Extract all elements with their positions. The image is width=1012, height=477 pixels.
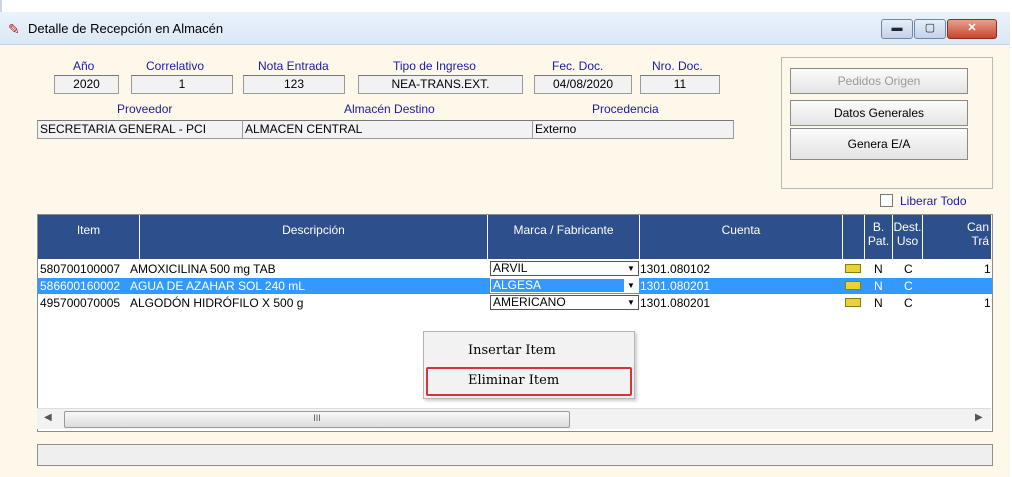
marca-select[interactable]: AMERICANO ▼ bbox=[490, 295, 639, 310]
cuenta-value: 1301.080201 bbox=[640, 296, 711, 310]
cuenta-value: 1301.080102 bbox=[640, 262, 711, 276]
bpat-value: N bbox=[874, 279, 883, 293]
table-row[interactable]: 495700070005 ALGODÓN HIDRÓFILO X 500 g A… bbox=[38, 295, 992, 311]
proveedor-label: Proveedor bbox=[117, 102, 173, 116]
context-menu: Insertar Item Eliminar Item bbox=[423, 331, 635, 399]
maximize-button[interactable]: ▢ bbox=[914, 19, 946, 39]
app-pencil-icon: ✎ bbox=[8, 21, 20, 37]
title-bar[interactable]: ✎ Detalle de Recepción en Almacén ▬ ▢ ✕ bbox=[0, 12, 1010, 45]
nota-entrada-label: Nota Entrada bbox=[258, 59, 329, 73]
item-code: 586600160002 bbox=[40, 279, 121, 293]
tipo-ingreso-field[interactable]: NEA-TRANS.EXT. bbox=[358, 75, 523, 94]
scroll-grip: III bbox=[313, 413, 321, 423]
liberar-todo-checkbox[interactable] bbox=[880, 194, 893, 207]
cantidad-value: 1 bbox=[984, 296, 991, 310]
pedidos-origen-button[interactable]: Pedidos Origen bbox=[790, 68, 968, 94]
item-description: ALGODÓN HIDRÓFILO X 500 g bbox=[130, 296, 304, 310]
marca-select[interactable]: ALGESA ▼ bbox=[490, 278, 639, 293]
delete-item-menu-item[interactable]: Eliminar Item bbox=[468, 373, 559, 388]
procedencia-label: Procedencia bbox=[592, 102, 659, 116]
nro-doc-label: Nro. Doc. bbox=[652, 59, 703, 73]
edit-pencil-icon[interactable] bbox=[845, 264, 861, 273]
dest-value: C bbox=[904, 296, 913, 310]
window-title: Detalle de Recepción en Almacén bbox=[28, 21, 224, 36]
chevron-down-icon[interactable]: ▼ bbox=[624, 262, 638, 275]
correlativo-label: Correlativo bbox=[146, 59, 205, 73]
column-header-bpat[interactable]: B. Pat. bbox=[865, 215, 893, 259]
almacen-destino-label: Almacén Destino bbox=[344, 102, 435, 116]
procedencia-field[interactable]: Externo bbox=[532, 120, 734, 139]
close-button[interactable]: ✕ bbox=[947, 19, 997, 39]
minimize-button[interactable]: ▬ bbox=[881, 19, 913, 39]
liberar-todo-label: Liberar Todo bbox=[900, 194, 967, 208]
genera-ea-button[interactable]: Genera E/A bbox=[790, 128, 968, 160]
correlativo-field[interactable]: 1 bbox=[131, 75, 233, 94]
column-header-marca[interactable]: Marca / Fabricante bbox=[488, 215, 640, 259]
chevron-down-icon[interactable]: ▼ bbox=[624, 279, 638, 292]
column-header-blank bbox=[843, 215, 865, 259]
insert-item-menu-item[interactable]: Insertar Item bbox=[468, 343, 556, 358]
anio-label: Año bbox=[73, 59, 95, 73]
item-code: 580700100007 bbox=[40, 262, 121, 276]
cuenta-value: 1301.080201 bbox=[640, 279, 711, 293]
dest-value: C bbox=[904, 279, 913, 293]
column-header-dest-uso[interactable]: Dest. Uso bbox=[893, 215, 923, 259]
item-description: AGUA DE AZAHAR SOL 240 mL bbox=[130, 279, 305, 293]
marca-select[interactable]: ARVIL ▼ bbox=[490, 261, 639, 276]
fec-doc-field[interactable]: 04/08/2020 bbox=[534, 75, 632, 94]
item-code: 495700070005 bbox=[40, 296, 121, 310]
column-header-cuenta[interactable]: Cuenta bbox=[640, 215, 843, 259]
edit-pencil-icon[interactable] bbox=[845, 298, 861, 307]
column-header-item[interactable]: Item bbox=[38, 215, 140, 259]
scroll-right-arrow-icon[interactable]: ▶ bbox=[975, 412, 983, 423]
table-row-selected[interactable]: 586600160002 AGUA DE AZAHAR SOL 240 mL A… bbox=[38, 278, 992, 294]
bpat-value: N bbox=[874, 296, 883, 310]
column-header-descripcion[interactable]: Descripción bbox=[140, 215, 488, 259]
proveedor-field[interactable]: SECRETARIA GENERAL - PCI bbox=[37, 120, 244, 139]
edit-pencil-icon[interactable] bbox=[845, 281, 861, 290]
item-description: AMOXICILINA 500 mg TAB bbox=[130, 262, 276, 276]
chevron-down-icon[interactable]: ▼ bbox=[624, 296, 638, 309]
nota-entrada-field[interactable]: 123 bbox=[243, 75, 345, 94]
anio-field[interactable]: 2020 bbox=[54, 75, 119, 94]
status-bar bbox=[37, 444, 993, 466]
cantidad-value: 1 bbox=[984, 262, 991, 276]
table-row[interactable]: 580700100007 AMOXICILINA 500 mg TAB ARVI… bbox=[38, 261, 992, 277]
column-header-cantidad[interactable]: Can Trá bbox=[923, 215, 992, 259]
horizontal-scrollbar[interactable]: ◀ III ▶ bbox=[37, 408, 991, 429]
fec-doc-label: Fec. Doc. bbox=[552, 59, 604, 73]
dest-value: C bbox=[904, 262, 913, 276]
bpat-value: N bbox=[874, 262, 883, 276]
almacen-destino-field[interactable]: ALMACEN CENTRAL bbox=[242, 120, 534, 139]
scroll-thumb[interactable]: III bbox=[64, 411, 570, 428]
scroll-left-arrow-icon[interactable]: ◀ bbox=[44, 412, 52, 423]
datos-generales-button[interactable]: Datos Generales bbox=[790, 100, 968, 126]
items-grid[interactable]: Item Descripción Marca / Fabricante Cuen… bbox=[37, 214, 993, 432]
nro-doc-field[interactable]: 11 bbox=[640, 75, 720, 94]
tipo-ingreso-label: Tipo de Ingreso bbox=[393, 59, 476, 73]
